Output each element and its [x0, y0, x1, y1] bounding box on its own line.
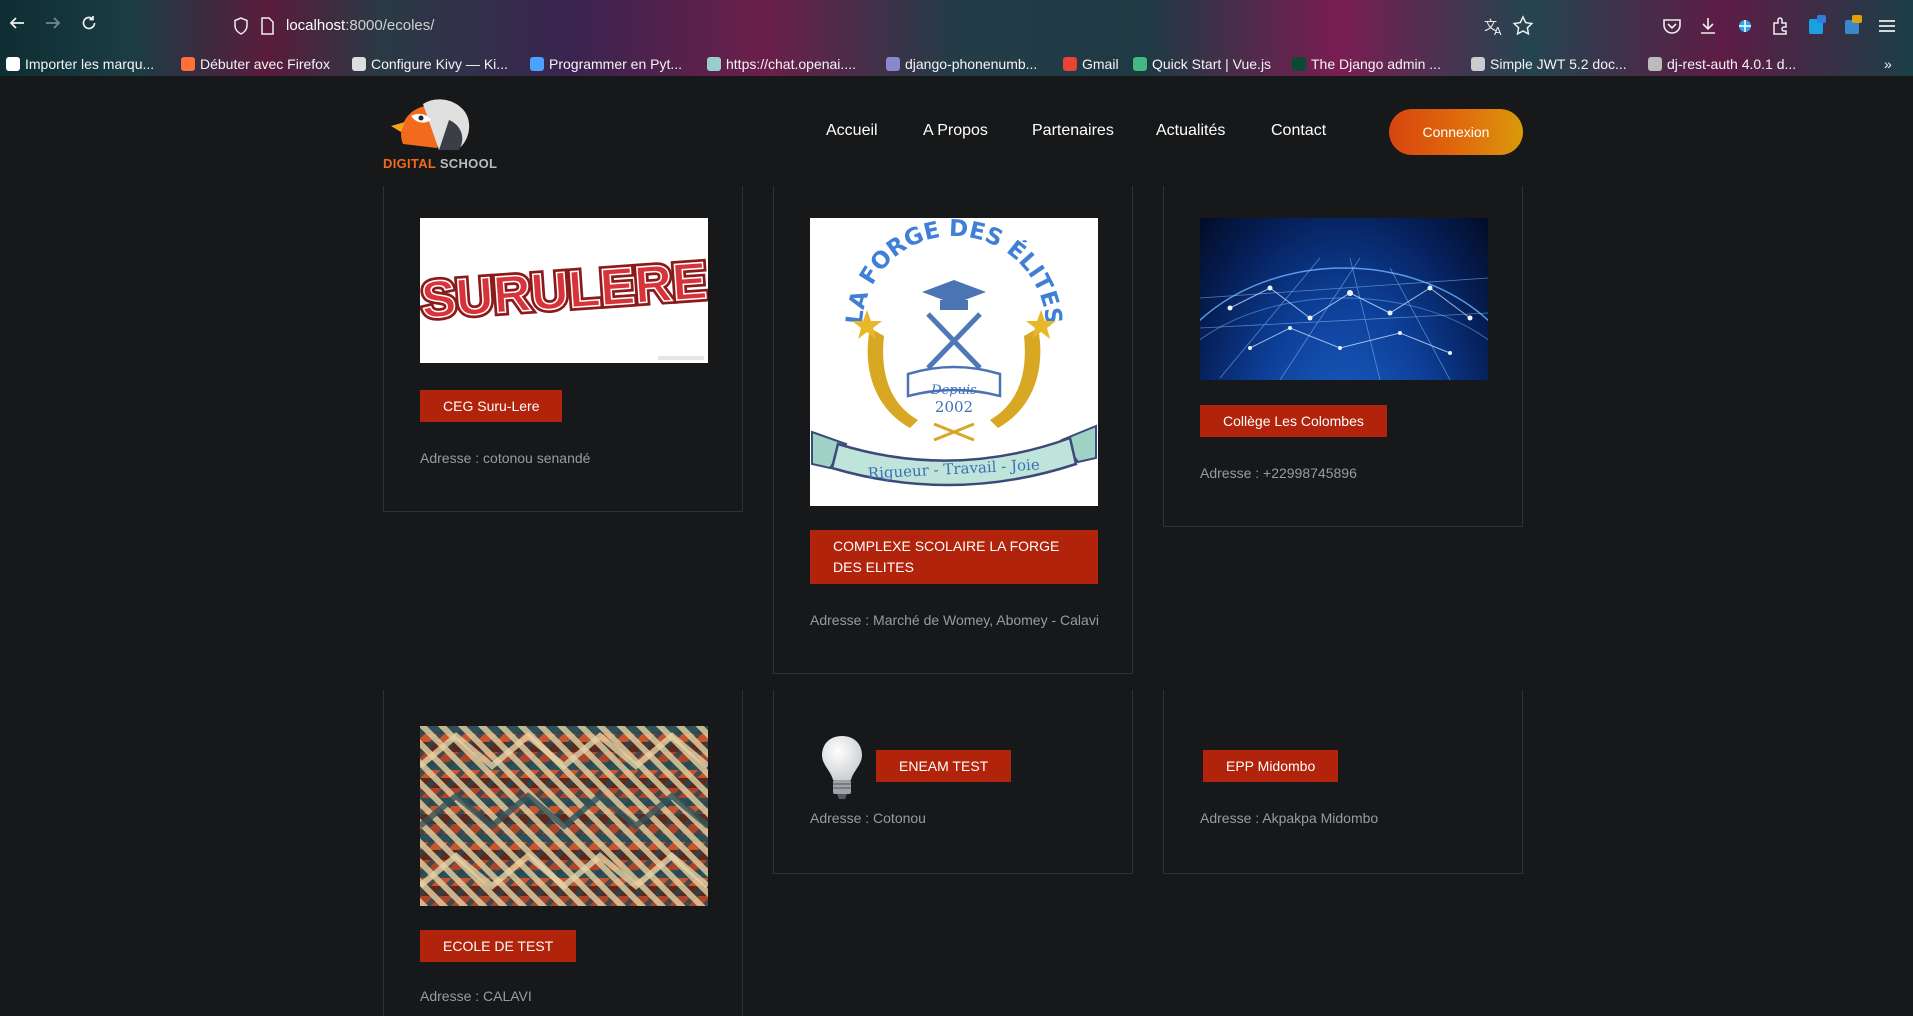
bookmarks-bar: Importer les marqu... Débuter avec Firefo… [0, 52, 1913, 76]
bookmark-item[interactable]: Gmail [1063, 54, 1119, 74]
nav-partenaires[interactable]: Partenaires [1032, 122, 1114, 140]
bookmark-favicon-icon [181, 57, 195, 71]
bookmark-item[interactable]: Simple JWT 5.2 doc... [1471, 54, 1627, 74]
school-address: Adresse : Akpakpa Midombo [1200, 810, 1379, 826]
pocket-icon[interactable] [1661, 15, 1683, 37]
network-globe-image [1200, 257, 1488, 380]
bookmark-star-icon[interactable] [1512, 15, 1534, 37]
extension-badge-icon[interactable] [1806, 15, 1828, 37]
nav-actualites[interactable]: Actualités [1156, 122, 1225, 140]
bookmark-item[interactable]: Importer les marqu... [6, 54, 154, 74]
back-button[interactable] [5, 14, 29, 38]
bookmark-label: Quick Start | Vue.js [1152, 56, 1272, 72]
school-address: Adresse : cotonou senandé [420, 450, 591, 466]
page-icon [261, 17, 274, 35]
bookmark-favicon-icon [530, 57, 544, 71]
bookmark-label: Importer les marqu... [25, 56, 155, 72]
school-address: Adresse : Cotonou [810, 810, 926, 826]
school-name-badge[interactable]: CEG Suru-Lere [420, 390, 563, 422]
menu-icon[interactable] [1876, 15, 1898, 37]
bookmark-label: Programmer en Pyt... [549, 56, 683, 72]
bookmark-favicon-icon [1063, 57, 1077, 71]
surulere-text: SURULERE [420, 252, 708, 330]
browser-chrome: localhost:8000/ecoles/ 文A Importer les m… [0, 0, 1913, 76]
bookmark-favicon-icon [1133, 57, 1147, 71]
translate-icon[interactable]: 文A [1483, 15, 1505, 37]
reload-button[interactable] [77, 14, 101, 38]
surulere-logo-image: SURULERE SURULERE [416, 249, 712, 360]
arrow-left-icon [9, 17, 24, 29]
school-card: ENEAM TEST Adresse : Cotonou [773, 690, 1133, 874]
bookmark-item[interactable]: Configure Kivy — Ki... [352, 54, 508, 74]
school-card: SURULERE SURULERE CEG Suru-Lere Adresse … [383, 186, 743, 512]
bookmark-favicon-icon [707, 57, 721, 71]
arrow-right-icon [46, 17, 61, 29]
puzzle-icon[interactable] [1770, 15, 1792, 37]
website: DIGITAL SCHOOL Accueil A Propos Partenai… [0, 76, 1913, 1016]
login-button[interactable]: Connexion [1389, 109, 1523, 155]
reload-icon [82, 16, 96, 30]
toolbar: localhost:8000/ecoles/ 文A [0, 0, 1913, 52]
svg-text:A: A [1494, 25, 1502, 37]
extension-warning-icon[interactable] [1842, 15, 1864, 37]
knit-pattern-image [418, 732, 710, 890]
school-name-badge[interactable]: COMPLEXE SCOLAIRE LA FORGE DES ELITES [810, 530, 1098, 584]
logo-text: DIGITAL SCHOOL [383, 156, 498, 171]
bookmark-label: https://chat.openai.... [726, 56, 856, 72]
bookmark-favicon-icon [886, 57, 900, 71]
bookmark-item[interactable]: https://chat.openai.... [707, 54, 856, 74]
school-card: Collège Les Colombes Adresse : +22998745… [1163, 186, 1523, 527]
school-image-surulere[interactable]: SURULERE SURULERE [416, 218, 712, 363]
school-card: LA FORGE DES ÉLITES Depuis 2002 Rigueur … [773, 186, 1133, 674]
bookmark-label: Configure Kivy — Ki... [371, 56, 508, 72]
bookmark-favicon-icon [1471, 57, 1485, 71]
bookmark-item[interactable]: The Django admin ... [1292, 54, 1441, 74]
school-card: ECOLE DE TEST Adresse : CALAVI [383, 690, 743, 1016]
bookmark-favicon-icon [1648, 57, 1662, 71]
bookmark-item[interactable]: Débuter avec Firefox [181, 54, 330, 74]
bookmark-favicon-icon [6, 57, 20, 71]
bookmark-label: Gmail [1082, 56, 1119, 72]
forge-year-text: 2002 [935, 398, 973, 416]
school-image-forge[interactable]: LA FORGE DES ÉLITES Depuis 2002 Rigueur … [810, 216, 1098, 506]
school-name-badge[interactable]: Collège Les Colombes [1200, 405, 1387, 437]
forward-button[interactable] [41, 14, 65, 38]
light-bulb-icon[interactable] [820, 734, 864, 802]
nav-accueil[interactable]: Accueil [826, 122, 878, 140]
forge-since-text: Depuis [930, 383, 977, 398]
extension-colorful-icon[interactable] [1734, 15, 1756, 37]
school-name-badge[interactable]: EPP Midombo [1203, 750, 1339, 782]
bookmark-item[interactable]: Quick Start | Vue.js [1133, 54, 1271, 74]
bookmark-favicon-icon [352, 57, 366, 71]
bookmark-item[interactable]: dj-rest-auth 4.0.1 d... [1648, 54, 1796, 74]
bookmark-label: dj-rest-auth 4.0.1 d... [1667, 56, 1797, 72]
bookmark-label: The Django admin ... [1311, 56, 1441, 72]
url-text: localhost:8000/ecoles/ [286, 17, 435, 34]
forge-des-elites-logo-image: LA FORGE DES ÉLITES Depuis 2002 Rigueur … [811, 216, 1097, 487]
bookmark-favicon-icon [1292, 57, 1306, 71]
bookmark-item[interactable]: Programmer en Pyt... [530, 54, 682, 74]
bookmark-item[interactable]: django-phonenumb... [886, 54, 1037, 74]
school-card: EPP Midombo Adresse : Akpakpa Midombo [1163, 690, 1523, 874]
url-bar[interactable]: localhost:8000/ecoles/ [225, 12, 1525, 40]
school-name-badge[interactable]: ENEAM TEST [876, 750, 1012, 782]
shield-icon[interactable] [233, 17, 249, 35]
school-address: Adresse : Marché de Womey, Abomey - Cala… [810, 612, 1099, 628]
school-image-knit[interactable] [418, 726, 710, 906]
bookmark-label: Débuter avec Firefox [200, 56, 330, 72]
download-icon[interactable] [1697, 15, 1719, 37]
school-name-badge[interactable]: ECOLE DE TEST [420, 930, 577, 962]
nav-a-propos[interactable]: A Propos [923, 122, 988, 140]
broken-image-placeholder [1194, 752, 1200, 780]
bookmark-label: Simple JWT 5.2 doc... [1490, 56, 1627, 72]
bookmark-label: django-phonenumb... [905, 56, 1038, 72]
school-address: Adresse : +22998745896 [1200, 465, 1357, 481]
nav-contact[interactable]: Contact [1271, 122, 1326, 140]
site-header: DIGITAL SCHOOL Accueil A Propos Partenai… [0, 76, 1913, 186]
bookmarks-overflow-chevron-icon[interactable]: » [1884, 54, 1892, 74]
school-address: Adresse : CALAVI [420, 988, 532, 1004]
school-image-colombes[interactable] [1200, 218, 1488, 380]
